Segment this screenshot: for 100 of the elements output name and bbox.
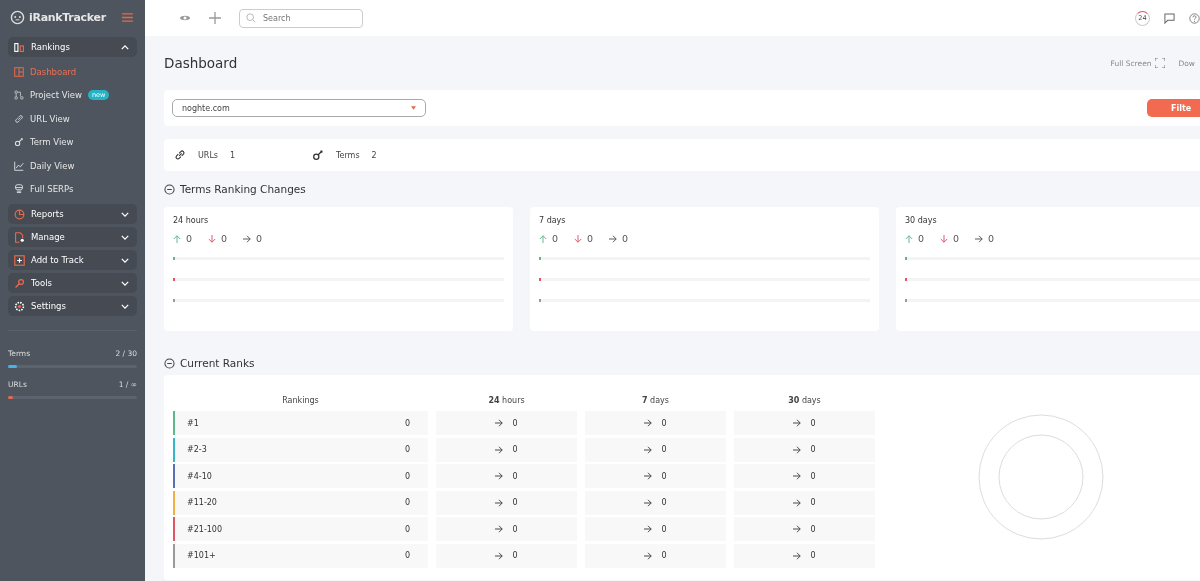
rank-count: 0 bbox=[404, 498, 410, 507]
rank-label: #2-3 bbox=[187, 445, 207, 454]
arrow-right-icon bbox=[793, 472, 802, 480]
section-label: Tools bbox=[31, 278, 52, 288]
section-label: Settings bbox=[31, 301, 66, 311]
search-field[interactable]: Search bbox=[239, 8, 363, 28]
up-count: 0 bbox=[186, 233, 193, 244]
down-count: 0 bbox=[221, 233, 228, 244]
arrow-right-icon bbox=[495, 551, 504, 560]
up-count: 0 bbox=[918, 233, 925, 244]
change-value: 0 bbox=[512, 445, 518, 454]
nav-label: Full SERPs bbox=[30, 184, 74, 195]
link-icon bbox=[174, 149, 186, 161]
period-title: 7 days bbox=[539, 216, 567, 225]
search-icon bbox=[246, 13, 256, 23]
page-title: Dashboard bbox=[164, 55, 238, 71]
arrow-up-icon bbox=[539, 234, 547, 243]
section-label: Add to Track bbox=[31, 255, 84, 265]
sidebar-section[interactable]: Settings bbox=[8, 296, 137, 316]
rank-count: 0 bbox=[404, 471, 410, 481]
nav-item[interactable]: Term View bbox=[8, 130, 137, 154]
arrow-right-icon bbox=[495, 472, 504, 480]
add-icon bbox=[14, 254, 25, 266]
change-value: 0 bbox=[661, 471, 667, 481]
nav-label: Project View bbox=[30, 90, 82, 101]
nav-label: Term View bbox=[30, 137, 74, 148]
sidebar-section[interactable]: Tools bbox=[8, 273, 137, 293]
rank-count: 0 bbox=[404, 418, 410, 428]
arrow-right-icon bbox=[609, 234, 618, 243]
change-value: 0 bbox=[810, 498, 816, 507]
column-header: 7 days bbox=[641, 395, 670, 405]
help-icon[interactable] bbox=[1189, 12, 1200, 24]
same-count: 0 bbox=[622, 233, 629, 244]
sidebar-section[interactable]: Rankings bbox=[8, 37, 137, 57]
message-icon[interactable] bbox=[1164, 12, 1175, 24]
nav-label: Daily View bbox=[30, 160, 75, 171]
rankings-icon bbox=[14, 41, 25, 53]
down-count: 0 bbox=[587, 233, 594, 244]
sidebar-section[interactable]: Reports bbox=[8, 204, 137, 224]
stat-label: Terms bbox=[336, 150, 360, 160]
same-count: 0 bbox=[988, 233, 995, 244]
chevron-icon bbox=[121, 234, 129, 240]
nav-item[interactable]: Daily View bbox=[8, 154, 137, 178]
nav-item[interactable]: URL View bbox=[8, 107, 137, 131]
column-header: 30 days bbox=[787, 395, 822, 405]
arrow-right-icon bbox=[644, 419, 653, 427]
up-count: 0 bbox=[552, 233, 559, 244]
sidebar-section[interactable]: Manage bbox=[8, 227, 137, 247]
column-header: Rankings bbox=[281, 395, 320, 405]
change-value: 0 bbox=[661, 524, 667, 534]
arrow-right-icon bbox=[793, 551, 802, 560]
arrow-right-icon bbox=[793, 419, 802, 427]
change-value: 0 bbox=[810, 418, 816, 428]
project-dropdown[interactable]: noghte.com bbox=[172, 99, 426, 117]
rank-count: 0 bbox=[404, 524, 410, 534]
arrow-right-icon bbox=[793, 445, 802, 454]
collapse-icon[interactable] bbox=[164, 183, 175, 195]
arrow-down-icon bbox=[574, 234, 583, 243]
rank-label: #11-20 bbox=[187, 498, 217, 507]
sidebar-section[interactable]: Add to Track bbox=[8, 250, 137, 270]
robot-icon bbox=[14, 184, 24, 195]
add-icon[interactable] bbox=[209, 12, 221, 24]
rank-count: 0 bbox=[404, 551, 410, 560]
nav-label: URL View bbox=[30, 113, 70, 124]
change-value: 0 bbox=[512, 418, 518, 428]
menu-icon[interactable] bbox=[122, 12, 133, 22]
section-title: Terms Ranking Changes bbox=[180, 183, 306, 195]
arrow-right-icon bbox=[793, 498, 802, 507]
rank-label: #4-10 bbox=[187, 471, 212, 481]
collapse-icon[interactable] bbox=[164, 357, 175, 369]
chevron-icon bbox=[121, 257, 129, 263]
link-icon bbox=[14, 113, 24, 124]
rank-label: #1 bbox=[187, 418, 199, 428]
chevron-icon bbox=[121, 211, 129, 217]
dashboard-icon bbox=[14, 66, 24, 77]
section-label: Reports bbox=[31, 209, 64, 219]
arrow-right-icon bbox=[975, 234, 984, 243]
nav-item[interactable]: Full SERPs bbox=[8, 177, 137, 201]
logo-icon bbox=[10, 9, 25, 25]
chevron-icon bbox=[121, 44, 129, 50]
period-title: 30 days bbox=[905, 216, 938, 225]
change-value: 0 bbox=[512, 524, 518, 534]
section-label: Manage bbox=[31, 232, 65, 242]
change-value: 0 bbox=[661, 551, 667, 560]
stat-value: 1 bbox=[230, 150, 236, 160]
change-value: 0 bbox=[512, 498, 518, 507]
arrow-down-icon bbox=[208, 234, 217, 243]
arrow-right-icon bbox=[644, 472, 653, 480]
settings-icon bbox=[14, 300, 25, 312]
period-title: 24 hours bbox=[173, 216, 210, 225]
arrow-right-icon bbox=[495, 498, 504, 507]
change-value: 0 bbox=[512, 471, 518, 481]
arrow-right-icon bbox=[644, 551, 653, 560]
line-chart-icon bbox=[14, 160, 24, 171]
logo-text: iRankTracker bbox=[29, 10, 106, 24]
down-count: 0 bbox=[953, 233, 960, 244]
chevron-icon bbox=[121, 303, 129, 309]
rank-count: 0 bbox=[404, 445, 410, 454]
stat-value: 2 bbox=[371, 150, 377, 160]
change-value: 0 bbox=[661, 498, 667, 507]
